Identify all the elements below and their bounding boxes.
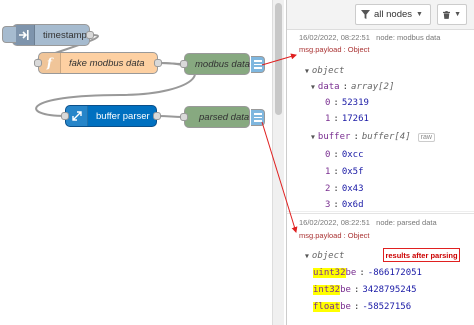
tree-item: 0:0xcc xyxy=(325,150,364,160)
tree-prop: float be: -58527156 xyxy=(313,302,412,312)
filter-icon xyxy=(361,10,370,19)
prop-value: -866172051 xyxy=(367,268,422,278)
item-value: 0x5f xyxy=(341,167,364,177)
scrollbar-thumb[interactable] xyxy=(275,3,282,115)
wires-layer xyxy=(34,34,196,118)
buffer-parser-input-port[interactable] xyxy=(61,112,69,120)
root-type: object xyxy=(311,66,345,76)
debug-toggle-button[interactable] xyxy=(251,56,265,73)
tree-root[interactable]: ▼ object xyxy=(305,251,344,261)
buffer-parser-output-port[interactable] xyxy=(153,112,161,120)
message-datetime: 16/02/2022, 08:22:51 xyxy=(299,33,370,42)
item-index: 1 xyxy=(325,114,331,124)
filter-dropdown[interactable]: all nodes ▼ xyxy=(355,4,431,25)
raw-button[interactable]: raw xyxy=(417,132,435,142)
prop-key-highlight: float xyxy=(313,302,341,312)
timestamp-output-port[interactable] xyxy=(86,31,94,39)
results-annotation: results after parsing xyxy=(383,248,460,262)
parsed-data-label: parsed data xyxy=(199,111,250,123)
caret-down-icon[interactable]: ▼ xyxy=(305,252,309,260)
function-icon: f xyxy=(39,53,61,73)
tree-item: 1:17261 xyxy=(325,114,369,124)
caret-down-icon[interactable]: ▼ xyxy=(305,67,309,75)
item-value: 0x6d xyxy=(341,200,364,210)
tree-item: 2:0x43 xyxy=(325,184,364,194)
item-value: 0x43 xyxy=(341,184,364,194)
clear-debug-button[interactable]: ▼ xyxy=(437,4,467,25)
tree-buffer[interactable]: ▼ buffer: buffer[4] raw xyxy=(311,132,435,142)
canvas-scrollbar[interactable] xyxy=(272,0,284,325)
prop-key-highlight: uint32 xyxy=(313,268,346,278)
debug-toolbar: all nodes ▼ ▼ xyxy=(287,0,474,30)
flow-canvas[interactable]: timestamp f fake modbus data modbus data… xyxy=(0,0,272,325)
tree-item: 3:0x6d xyxy=(325,200,364,210)
modbus-data-debug-node[interactable]: modbus data xyxy=(180,53,265,75)
fake-modbus-output-port[interactable] xyxy=(154,59,162,67)
item-value: 17261 xyxy=(341,114,369,124)
item-index: 0 xyxy=(325,150,331,160)
prop-key: be xyxy=(340,285,351,295)
arrow-in-icon xyxy=(13,25,35,45)
debug-toggle-button[interactable] xyxy=(251,109,265,126)
message-datetime: 16/02/2022, 08:22:51 xyxy=(299,218,370,227)
data-key: data xyxy=(317,82,340,92)
tree-prop: uint32 be: -866172051 xyxy=(313,268,422,278)
fake-modbus-input-port[interactable] xyxy=(34,59,42,67)
expand-arrows-icon xyxy=(66,106,88,126)
message-header: 16/02/2022, 08:22:51 node: parsed data xyxy=(299,218,437,227)
item-index: 0 xyxy=(325,98,331,108)
debug-message: 16/02/2022, 08:22:51 node: modbus data m… xyxy=(287,30,474,212)
buffer-parser-node[interactable]: buffer parser xyxy=(61,105,161,127)
tree-prop: int32 be:3428795245 xyxy=(313,285,417,295)
modbus-data-input-port[interactable] xyxy=(180,60,188,68)
item-value: 52319 xyxy=(341,98,369,108)
root-type: object xyxy=(311,251,345,261)
message-topic: msg.payload : Object xyxy=(299,45,370,54)
item-index: 1 xyxy=(325,167,331,177)
prop-value: -58527156 xyxy=(362,302,412,312)
parsed-data-debug-node[interactable]: parsed data xyxy=(180,106,265,128)
message-header: 16/02/2022, 08:22:51 node: modbus data xyxy=(299,33,440,42)
data-type: array[2] xyxy=(351,82,395,92)
prop-key-highlight: int32 xyxy=(313,285,341,295)
prop-key: be xyxy=(345,268,357,278)
caret-down-icon[interactable]: ▼ xyxy=(311,83,315,91)
trash-icon xyxy=(443,10,451,19)
item-index: 2 xyxy=(325,184,331,194)
parsed-data-input-port[interactable] xyxy=(180,113,188,121)
filter-label: all nodes xyxy=(374,9,413,20)
prop-value: 3428795245 xyxy=(362,285,417,295)
inject-button[interactable] xyxy=(2,26,16,43)
chevron-down-icon: ▼ xyxy=(454,11,461,18)
message-node: node: modbus data xyxy=(376,33,441,42)
message-topic: msg.payload : Object xyxy=(299,231,370,240)
buffer-key: buffer xyxy=(317,132,351,142)
buffer-type: buffer[4] xyxy=(361,132,411,142)
buffer-parser-label: buffer parser xyxy=(96,110,150,122)
tree-item: 1:0x5f xyxy=(325,167,364,177)
fake-modbus-label: fake modbus data xyxy=(69,57,145,69)
item-value: 0xcc xyxy=(341,150,364,160)
tree-data[interactable]: ▼ data: array[2] xyxy=(311,82,394,92)
message-node: node: parsed data xyxy=(376,218,437,227)
debug-sidebar: all nodes ▼ ▼ 16/02/2022, 08:22:51 node:… xyxy=(286,0,474,325)
timestamp-node[interactable]: timestamp xyxy=(12,24,94,46)
modbus-data-label: modbus data xyxy=(195,58,250,70)
chevron-down-icon: ▼ xyxy=(416,11,423,18)
tree-item: 0:52319 xyxy=(325,98,369,108)
prop-key: be xyxy=(340,302,351,312)
debug-message: 16/02/2022, 08:22:51 node: parsed data m… xyxy=(287,213,474,325)
fake-modbus-node[interactable]: f fake modbus data xyxy=(34,52,162,74)
item-index: 3 xyxy=(325,200,331,210)
caret-down-icon[interactable]: ▼ xyxy=(311,133,315,141)
tree-root[interactable]: ▼ object xyxy=(305,66,344,76)
